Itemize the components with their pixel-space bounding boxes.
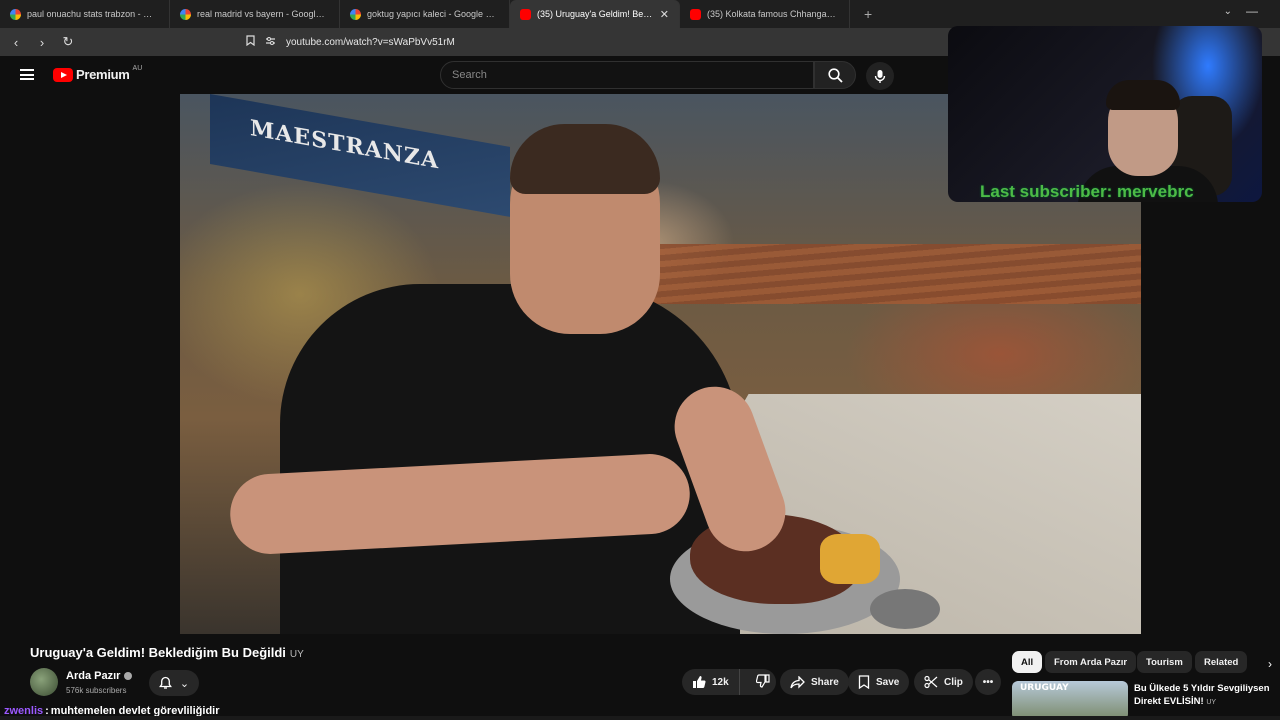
fries xyxy=(820,534,880,584)
chip-related[interactable]: Related xyxy=(1195,651,1248,673)
save-label: Save xyxy=(876,676,900,688)
forward-arrow-icon[interactable]: › xyxy=(32,32,52,52)
verified-check-icon xyxy=(124,672,133,680)
site-settings-icon[interactable] xyxy=(265,36,276,49)
like-count: 12k xyxy=(712,676,729,688)
google-favicon-icon xyxy=(10,8,21,20)
chip-from-channel[interactable]: From Arda Pazır xyxy=(1045,651,1137,673)
presenter-hair xyxy=(510,124,660,194)
browser-tab-active[interactable]: (35) Uruguay'a Geldim! Beklediğ ✕ xyxy=(510,0,680,28)
tab-search-chevron-icon[interactable]: ⌄ xyxy=(1224,6,1232,17)
new-tab-button[interactable]: + xyxy=(864,6,872,22)
url-text[interactable]: youtube.com/watch?v=sWaPbVv51rM xyxy=(286,37,455,48)
address-bar[interactable]: youtube.com/watch?v=sWaPbVv51rM xyxy=(240,31,940,53)
like-button[interactable]: 12k xyxy=(682,669,740,695)
sign-text: MAESTRANZA xyxy=(250,115,440,175)
sauce-bowl xyxy=(870,589,940,629)
tab-title: paul onuachu stats trabzon - Google xyxy=(27,9,159,19)
dislike-button[interactable] xyxy=(746,673,770,691)
browser-tab[interactable]: goktug yapıcı kaleci - Google Search xyxy=(340,0,510,28)
microphone-icon xyxy=(874,69,886,83)
channel-avatar[interactable] xyxy=(30,668,58,696)
tab-title: real madrid vs bayern - Google Sear xyxy=(197,9,329,19)
more-actions-button[interactable]: ••• xyxy=(975,669,1001,695)
search-icon xyxy=(827,67,843,83)
streamer-hair xyxy=(1106,80,1180,110)
menu-hamburger-icon[interactable] xyxy=(20,69,34,80)
thumbs-down-icon xyxy=(755,673,770,688)
reload-icon[interactable]: ↻ xyxy=(58,32,78,52)
channel-name-text[interactable]: Arda Pazır xyxy=(66,670,120,682)
browser-tab[interactable]: paul onuachu stats trabzon - Google xyxy=(0,0,170,28)
minimize-window-icon[interactable]: — xyxy=(1246,4,1258,18)
channel-name[interactable]: Arda Pazır xyxy=(66,670,133,682)
like-dislike-group: 12k xyxy=(682,669,776,695)
browser-tab[interactable]: (35) Kolkata famous Chhangani club xyxy=(680,0,850,28)
last-subscriber-text: Last subscriber: mervebrc xyxy=(980,182,1194,201)
wooden-rafters xyxy=(650,244,1141,304)
tab-title: goktug yapıcı kaleci - Google Search xyxy=(367,9,499,19)
voice-search-button[interactable] xyxy=(866,62,894,90)
video-title: Uruguay'a Geldim! Beklediğim Bu Değildi U… xyxy=(30,645,304,660)
google-favicon-icon xyxy=(180,8,191,20)
youtube-favicon-icon xyxy=(690,8,701,20)
browser-tab-strip: paul onuachu stats trabzon - Google real… xyxy=(0,0,1280,28)
youtube-play-logo-icon xyxy=(53,67,73,82)
search-button[interactable] xyxy=(814,61,856,89)
scissors-icon xyxy=(924,675,938,689)
save-playlist-icon xyxy=(858,675,870,689)
bell-icon xyxy=(158,676,172,689)
share-arrow-icon xyxy=(790,675,805,689)
tab-title: (35) Uruguay'a Geldim! Beklediğ xyxy=(537,9,654,19)
video-title-text: Uruguay'a Geldim! Beklediğim Bu Değildi xyxy=(30,645,286,660)
google-favicon-icon xyxy=(350,8,361,20)
back-arrow-icon[interactable]: ‹ xyxy=(6,32,26,52)
share-button[interactable]: Share xyxy=(780,669,849,695)
webcam-overlay: Last subscriber: mervebrc xyxy=(948,26,1262,202)
chip-all[interactable]: All xyxy=(1012,651,1043,673)
search-placeholder: Search xyxy=(452,69,487,81)
chevron-down-icon: ⌄ xyxy=(179,677,190,690)
youtube-favicon-icon xyxy=(520,8,531,20)
close-tab-icon[interactable]: ✕ xyxy=(660,8,669,21)
search-input[interactable]: Search xyxy=(440,61,814,89)
tab-title: (35) Kolkata famous Chhangani club xyxy=(707,9,839,19)
video-title-flag: UY xyxy=(289,649,304,660)
share-label: Share xyxy=(811,676,839,688)
page-scrollbar-track[interactable] xyxy=(0,716,1280,720)
chevron-right-icon[interactable]: › xyxy=(1268,657,1272,671)
country-code: AU xyxy=(132,65,143,72)
clip-label: Clip xyxy=(944,676,963,688)
logo-text: Premium xyxy=(76,67,130,82)
thumbs-up-icon xyxy=(693,676,706,688)
subscriber-count: 576k subscribers xyxy=(66,686,127,695)
related-thumbnail-text: URUGUAY xyxy=(1020,683,1069,693)
restaurant-sign: MAESTRANZA xyxy=(210,94,510,217)
browser-tab[interactable]: real madrid vs bayern - Google Sear xyxy=(170,0,340,28)
more-horizontal-icon: ••• xyxy=(982,676,994,688)
chip-tourism[interactable]: Tourism xyxy=(1137,651,1192,673)
notification-bell-button[interactable]: ⌄ xyxy=(149,670,199,696)
bookmark-icon[interactable] xyxy=(246,35,255,49)
clip-button[interactable]: Clip xyxy=(914,669,973,695)
save-button[interactable]: Save xyxy=(848,669,910,695)
youtube-logo[interactable]: Premium AU xyxy=(53,65,143,82)
